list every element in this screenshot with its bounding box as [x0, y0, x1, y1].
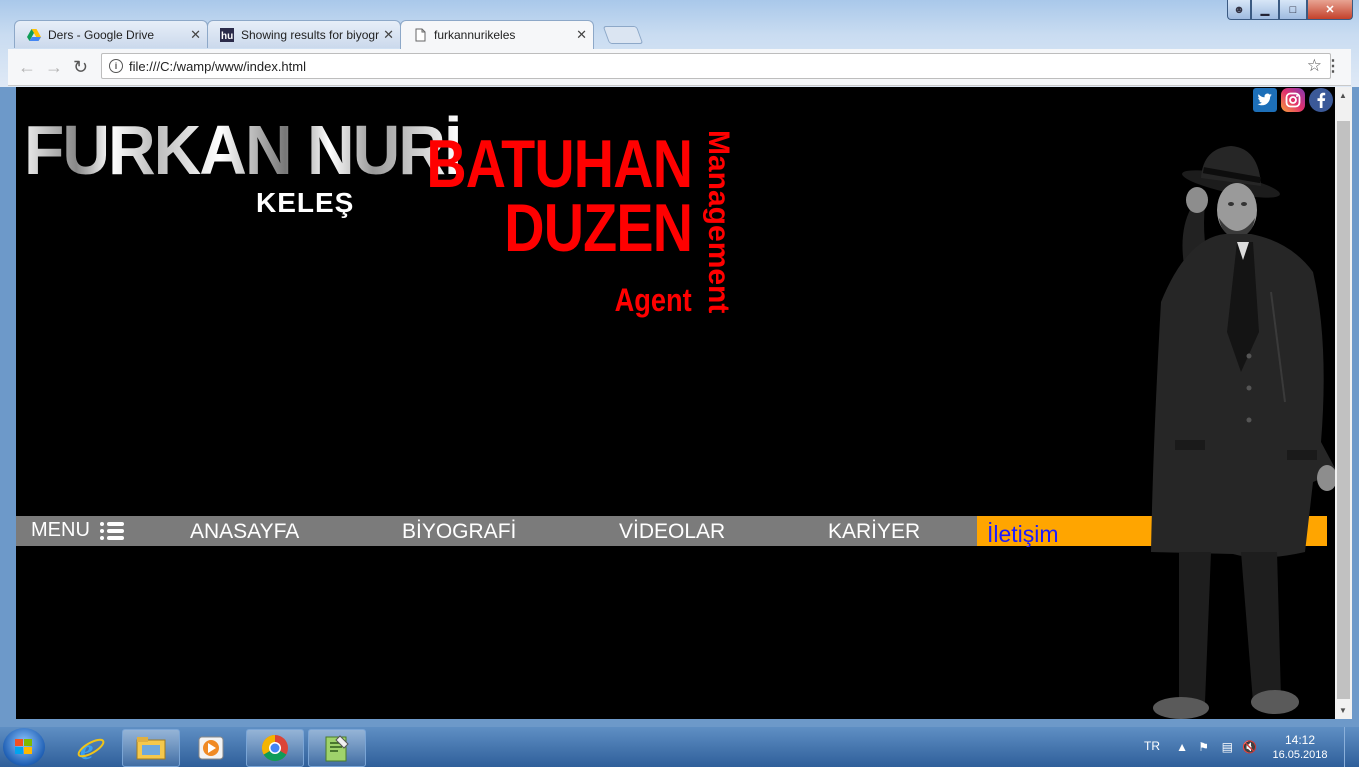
- twitter-icon[interactable]: [1253, 88, 1277, 112]
- nav-contact-label: İletişim: [987, 521, 1059, 547]
- file-explorer-icon[interactable]: [122, 729, 180, 767]
- clock-time[interactable]: 14:12: [1265, 733, 1335, 747]
- nav-item-kariyer[interactable]: KARİYER: [828, 520, 920, 544]
- page-icon: [415, 28, 426, 42]
- nav-item-anasayfa[interactable]: ANASAYFA: [190, 520, 299, 544]
- internet-explorer-icon[interactable]: e: [62, 729, 120, 767]
- logo-name: FURKAN NURİ: [24, 111, 462, 189]
- forward-arrow-icon[interactable]: →: [45, 57, 63, 78]
- agency-logo: BATUHAN DUZEN Agent Management: [426, 130, 735, 372]
- page-scrollbar[interactable]: ▲ ▼: [1335, 87, 1352, 719]
- address-bar[interactable]: i file:///C:/wamp/www/index.html ☆: [101, 53, 1331, 79]
- info-icon[interactable]: i: [109, 59, 123, 73]
- language-indicator[interactable]: TR: [1144, 739, 1160, 753]
- agency-name-line2: DUZEN: [504, 190, 693, 266]
- network-icon[interactable]: ▤: [1222, 740, 1233, 754]
- flag-notification-icon[interactable]: ⚑: [1198, 740, 1209, 754]
- show-desktop-button[interactable]: [1344, 727, 1359, 767]
- scroll-up-icon[interactable]: ▲: [1339, 91, 1347, 100]
- actor-photo: [1151, 146, 1335, 719]
- site-logo[interactable]: FURKAN NURİ KELEŞ: [24, 111, 462, 218]
- tab-close-icon[interactable]: ✕: [190, 27, 201, 43]
- scrollbar-thumb[interactable]: [1337, 121, 1350, 699]
- window-controls: ☻ ▁ □ ✕: [1227, 0, 1353, 20]
- tab-title: furkannurikeles: [434, 28, 516, 42]
- browser-chrome: ☻ ▁ □ ✕ Ders - Google Drive ✕ hu Showing…: [0, 0, 1359, 87]
- start-button[interactable]: [3, 728, 45, 766]
- nav-item-biyografi[interactable]: BİYOGRAFİ: [402, 520, 516, 544]
- chrome-icon[interactable]: [246, 729, 304, 767]
- tab-google-drive[interactable]: Ders - Google Drive ✕: [14, 20, 208, 48]
- tab-close-icon[interactable]: ✕: [383, 27, 394, 43]
- svg-text:hu: hu: [221, 31, 233, 42]
- notepad-plus-icon[interactable]: [308, 729, 366, 767]
- windows-taskbar: e TR ▲ ⚑ ▤ 🔇 14:12 16.05.2018: [0, 727, 1359, 767]
- agency-name-line1: BATUHAN: [426, 126, 693, 202]
- kebab-menu-icon[interactable]: ⋮: [1325, 56, 1341, 76]
- star-icon[interactable]: ☆: [1307, 56, 1322, 76]
- browser-toolbar: ← → ↻ i file:///C:/wamp/www/index.html ☆…: [8, 49, 1351, 86]
- logo-subtitle: KELEŞ: [256, 187, 355, 218]
- tab-close-icon[interactable]: ✕: [576, 27, 587, 43]
- social-links: [1253, 88, 1333, 112]
- new-tab-button[interactable]: [602, 26, 644, 44]
- nav-item-videolar[interactable]: VİDEOLAR: [619, 520, 725, 544]
- list-menu-icon[interactable]: [100, 522, 124, 540]
- agency-role: Agent: [614, 282, 692, 318]
- minimize-button[interactable]: ▁: [1251, 0, 1279, 20]
- tab-search-results[interactable]: hu Showing results for biyografi ✕: [207, 20, 401, 48]
- address-text[interactable]: file:///C:/wamp/www/index.html: [129, 59, 306, 74]
- page-viewport: FURKAN NURİ KELEŞ BATUHAN DUZEN Agent Ma…: [16, 87, 1335, 719]
- facebook-icon[interactable]: [1309, 88, 1333, 112]
- windows-flag-icon: [15, 739, 33, 755]
- clock-date[interactable]: 16.05.2018: [1265, 749, 1335, 761]
- tab-title: Showing results for biyografi: [241, 28, 379, 42]
- reload-icon[interactable]: ↻: [73, 57, 88, 78]
- tab-furkannurikeles[interactable]: furkannurikeles ✕: [400, 20, 594, 49]
- close-window-button[interactable]: ✕: [1307, 0, 1353, 20]
- menu-label[interactable]: MENU: [31, 519, 90, 542]
- tray-expand-icon[interactable]: ▲: [1176, 740, 1188, 754]
- site-icon: hu: [220, 28, 234, 42]
- system-tray: TR ▲ ⚑ ▤ 🔇 14:12 16.05.2018: [1119, 727, 1359, 767]
- back-arrow-icon[interactable]: ←: [18, 57, 36, 78]
- user-icon[interactable]: ☻: [1227, 0, 1251, 20]
- instagram-icon[interactable]: [1281, 88, 1305, 112]
- agency-vertical-text: Management: [702, 130, 735, 314]
- scroll-down-icon[interactable]: ▼: [1339, 706, 1347, 715]
- google-drive-icon: [27, 29, 41, 41]
- volume-muted-icon[interactable]: 🔇: [1242, 740, 1257, 754]
- maximize-button[interactable]: □: [1279, 0, 1307, 20]
- tab-title: Ders - Google Drive: [48, 28, 155, 42]
- media-player-icon[interactable]: [182, 729, 240, 767]
